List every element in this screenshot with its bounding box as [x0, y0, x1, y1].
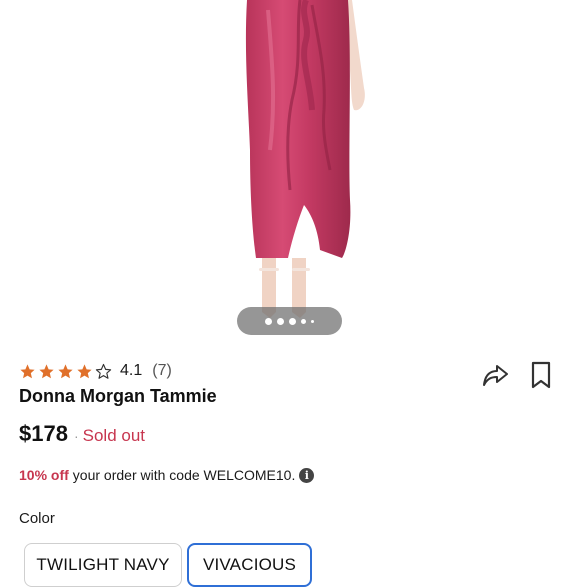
carousel-dot[interactable]: [265, 317, 272, 325]
color-option-vivacious[interactable]: VIVACIOUS: [187, 543, 312, 587]
price-separator: ·: [73, 428, 79, 444]
product-image-carousel[interactable]: [0, 0, 579, 345]
carousel-dot[interactable]: [301, 318, 306, 324]
promo-discount: 10% off: [19, 467, 69, 483]
rating-row[interactable]: 4.1 (7): [19, 361, 172, 381]
share-arrow-icon[interactable]: [480, 361, 510, 391]
availability-status: Sold out: [82, 426, 146, 445]
star-icon: [39, 363, 54, 378]
price-row: $178 · Sold out: [19, 421, 145, 447]
carousel-dot[interactable]: [311, 319, 314, 323]
color-label: Color: [19, 510, 55, 527]
promo-text: your order with code WELCOME10.: [72, 467, 296, 483]
carousel-pagination[interactable]: [237, 307, 342, 335]
promo-banner: 10% off your order with code WELCOME10. …: [19, 467, 315, 483]
star-icon: [58, 363, 73, 378]
info-icon[interactable]: i: [299, 467, 315, 483]
star-outline-icon: [95, 363, 112, 379]
bookmark-icon[interactable]: [529, 360, 553, 390]
carousel-dot[interactable]: [289, 317, 296, 325]
product-price: $178: [19, 421, 68, 446]
product-image: [245, 0, 365, 318]
color-option-twilight-navy[interactable]: TWILIGHT NAVY: [24, 543, 182, 587]
rating-count[interactable]: (7): [152, 362, 172, 380]
star-rating: [19, 363, 112, 380]
star-icon: [20, 363, 35, 378]
star-icon: [77, 363, 92, 378]
rating-value: 4.1: [120, 362, 143, 379]
product-title: Donna Morgan Tammie: [19, 386, 217, 406]
carousel-dot[interactable]: [277, 317, 284, 325]
